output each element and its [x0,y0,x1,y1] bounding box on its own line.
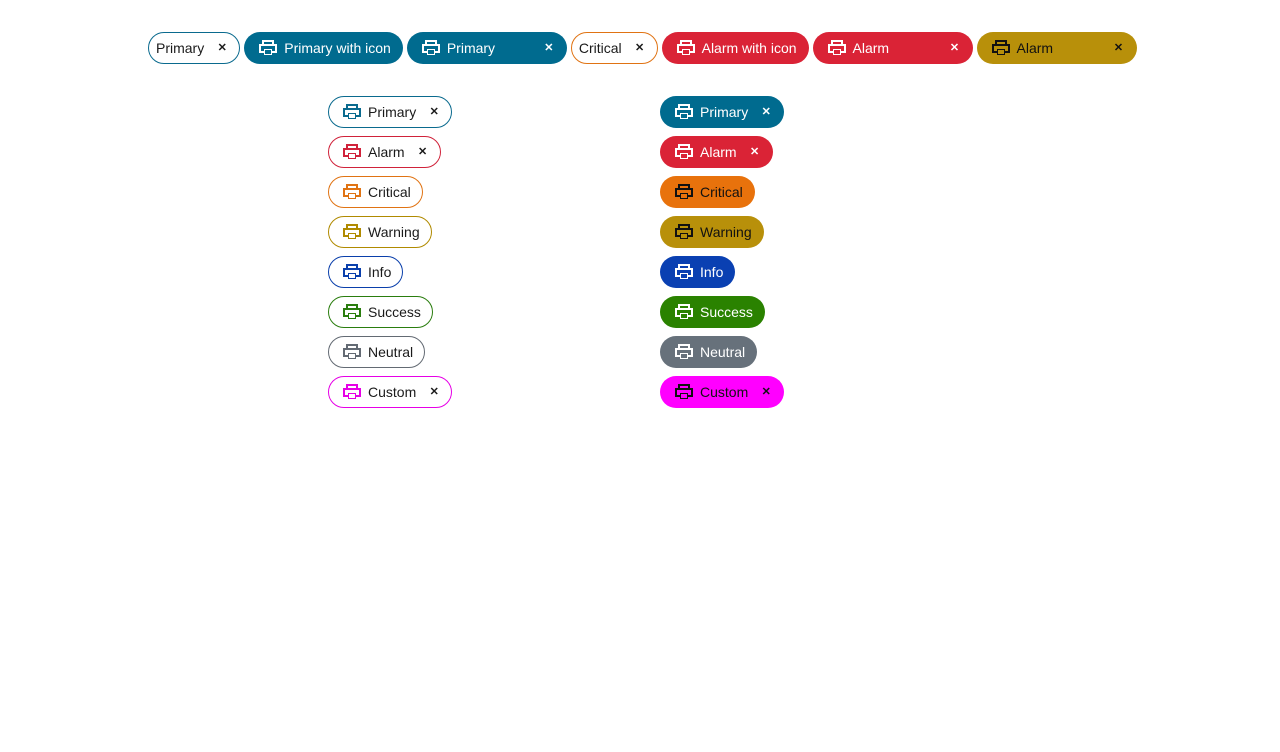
top-chip-row: Primary ✕ Primary with icon Primary ✕ Critica… [148,32,1137,64]
chip-label: Primary [368,104,417,120]
printer-icon [342,302,362,322]
chip-neutral[interactable]: Neutral [328,336,426,368]
chip-info[interactable]: Info [660,256,736,288]
chip-label: Alarm [368,144,405,160]
chip-label: Alarm [700,144,737,160]
printer-icon [674,222,694,242]
chip-label: Info [368,264,392,280]
chip-label: Neutral [368,344,414,360]
close-icon[interactable]: ✕ [417,146,429,158]
printer-icon [342,102,362,122]
chip-label: Primary with icon [284,40,391,56]
chip-label: Primary [446,40,496,56]
printer-icon [342,182,362,202]
chip-success[interactable]: Success [328,296,433,328]
chip-label: Warning [368,224,420,240]
chip-label: Success [368,304,421,320]
printer-icon [676,38,696,58]
chip-label: Info [700,264,724,280]
close-icon[interactable]: ✕ [216,42,228,54]
chip-label: Primary [156,40,205,56]
printer-icon [674,182,694,202]
printer-icon [827,38,847,58]
printer-icon [674,142,694,162]
printer-icon [421,38,441,58]
printer-icon [342,342,362,362]
chip-label: Alarm with icon [701,40,797,56]
printer-icon [674,262,694,282]
chip-label: Warning [700,224,752,240]
chip-info[interactable]: Info [328,256,404,288]
chip-critical[interactable]: Critical ✕ [570,32,658,64]
chip-alarm[interactable]: Alarm ✕ [812,32,973,64]
printer-icon [258,38,278,58]
chip-critical[interactable]: Critical [660,176,755,208]
chip-alarm-with-icon[interactable]: Alarm with icon [661,32,809,64]
close-icon[interactable]: ✕ [428,106,440,118]
chip-custom[interactable]: Custom ✕ [328,376,453,408]
chip-warning[interactable]: Warning [328,216,432,248]
close-icon[interactable]: ✕ [1113,42,1125,54]
printer-icon [991,38,1011,58]
chip-critical[interactable]: Critical [328,176,423,208]
chip-primary-with-icon[interactable]: Primary with icon [244,32,403,64]
close-icon[interactable]: ✕ [634,42,646,54]
chip-label: Critical [368,184,411,200]
chip-label: Primary [700,104,749,120]
chip-primary[interactable]: Primary ✕ [148,32,241,64]
chip-alarm[interactable]: Alarm ✕ [660,136,773,168]
chip-custom[interactable]: Custom ✕ [660,376,785,408]
chip-alarm[interactable]: Alarm ✕ [328,136,441,168]
chip-label: Alarm [1016,40,1054,56]
chip-label: Success [700,304,753,320]
chip-warning[interactable]: Warning [660,216,764,248]
printer-icon [674,382,694,402]
filled-chip-column: Primary ✕ Alarm ✕ Critical Warning Info Success… [660,96,785,408]
chip-neutral[interactable]: Neutral [660,336,758,368]
chip-label: Neutral [700,344,746,360]
chip-label: Custom [368,384,417,400]
chip-primary[interactable]: Primary ✕ [660,96,785,128]
printer-icon [674,302,694,322]
chip-label: Critical [578,40,622,56]
close-icon[interactable]: ✕ [543,42,555,54]
close-icon[interactable]: ✕ [760,386,772,398]
chip-success[interactable]: Success [660,296,765,328]
close-icon[interactable]: ✕ [760,106,772,118]
chip-label: Alarm [852,40,890,56]
chip-label: Custom [700,384,749,400]
printer-icon [342,222,362,242]
outline-chip-column: Primary ✕ Alarm ✕ Critical Warning Info Success… [328,96,453,408]
close-icon[interactable]: ✕ [749,146,761,158]
printer-icon [342,262,362,282]
close-icon[interactable]: ✕ [949,42,961,54]
close-icon[interactable]: ✕ [428,386,440,398]
printer-icon [342,142,362,162]
chip-alarm[interactable]: Alarm ✕ [976,32,1137,64]
printer-icon [342,382,362,402]
printer-icon [674,102,694,122]
chip-primary[interactable]: Primary ✕ [328,96,453,128]
chip-label: Critical [700,184,743,200]
chip-primary[interactable]: Primary ✕ [406,32,567,64]
printer-icon [674,342,694,362]
